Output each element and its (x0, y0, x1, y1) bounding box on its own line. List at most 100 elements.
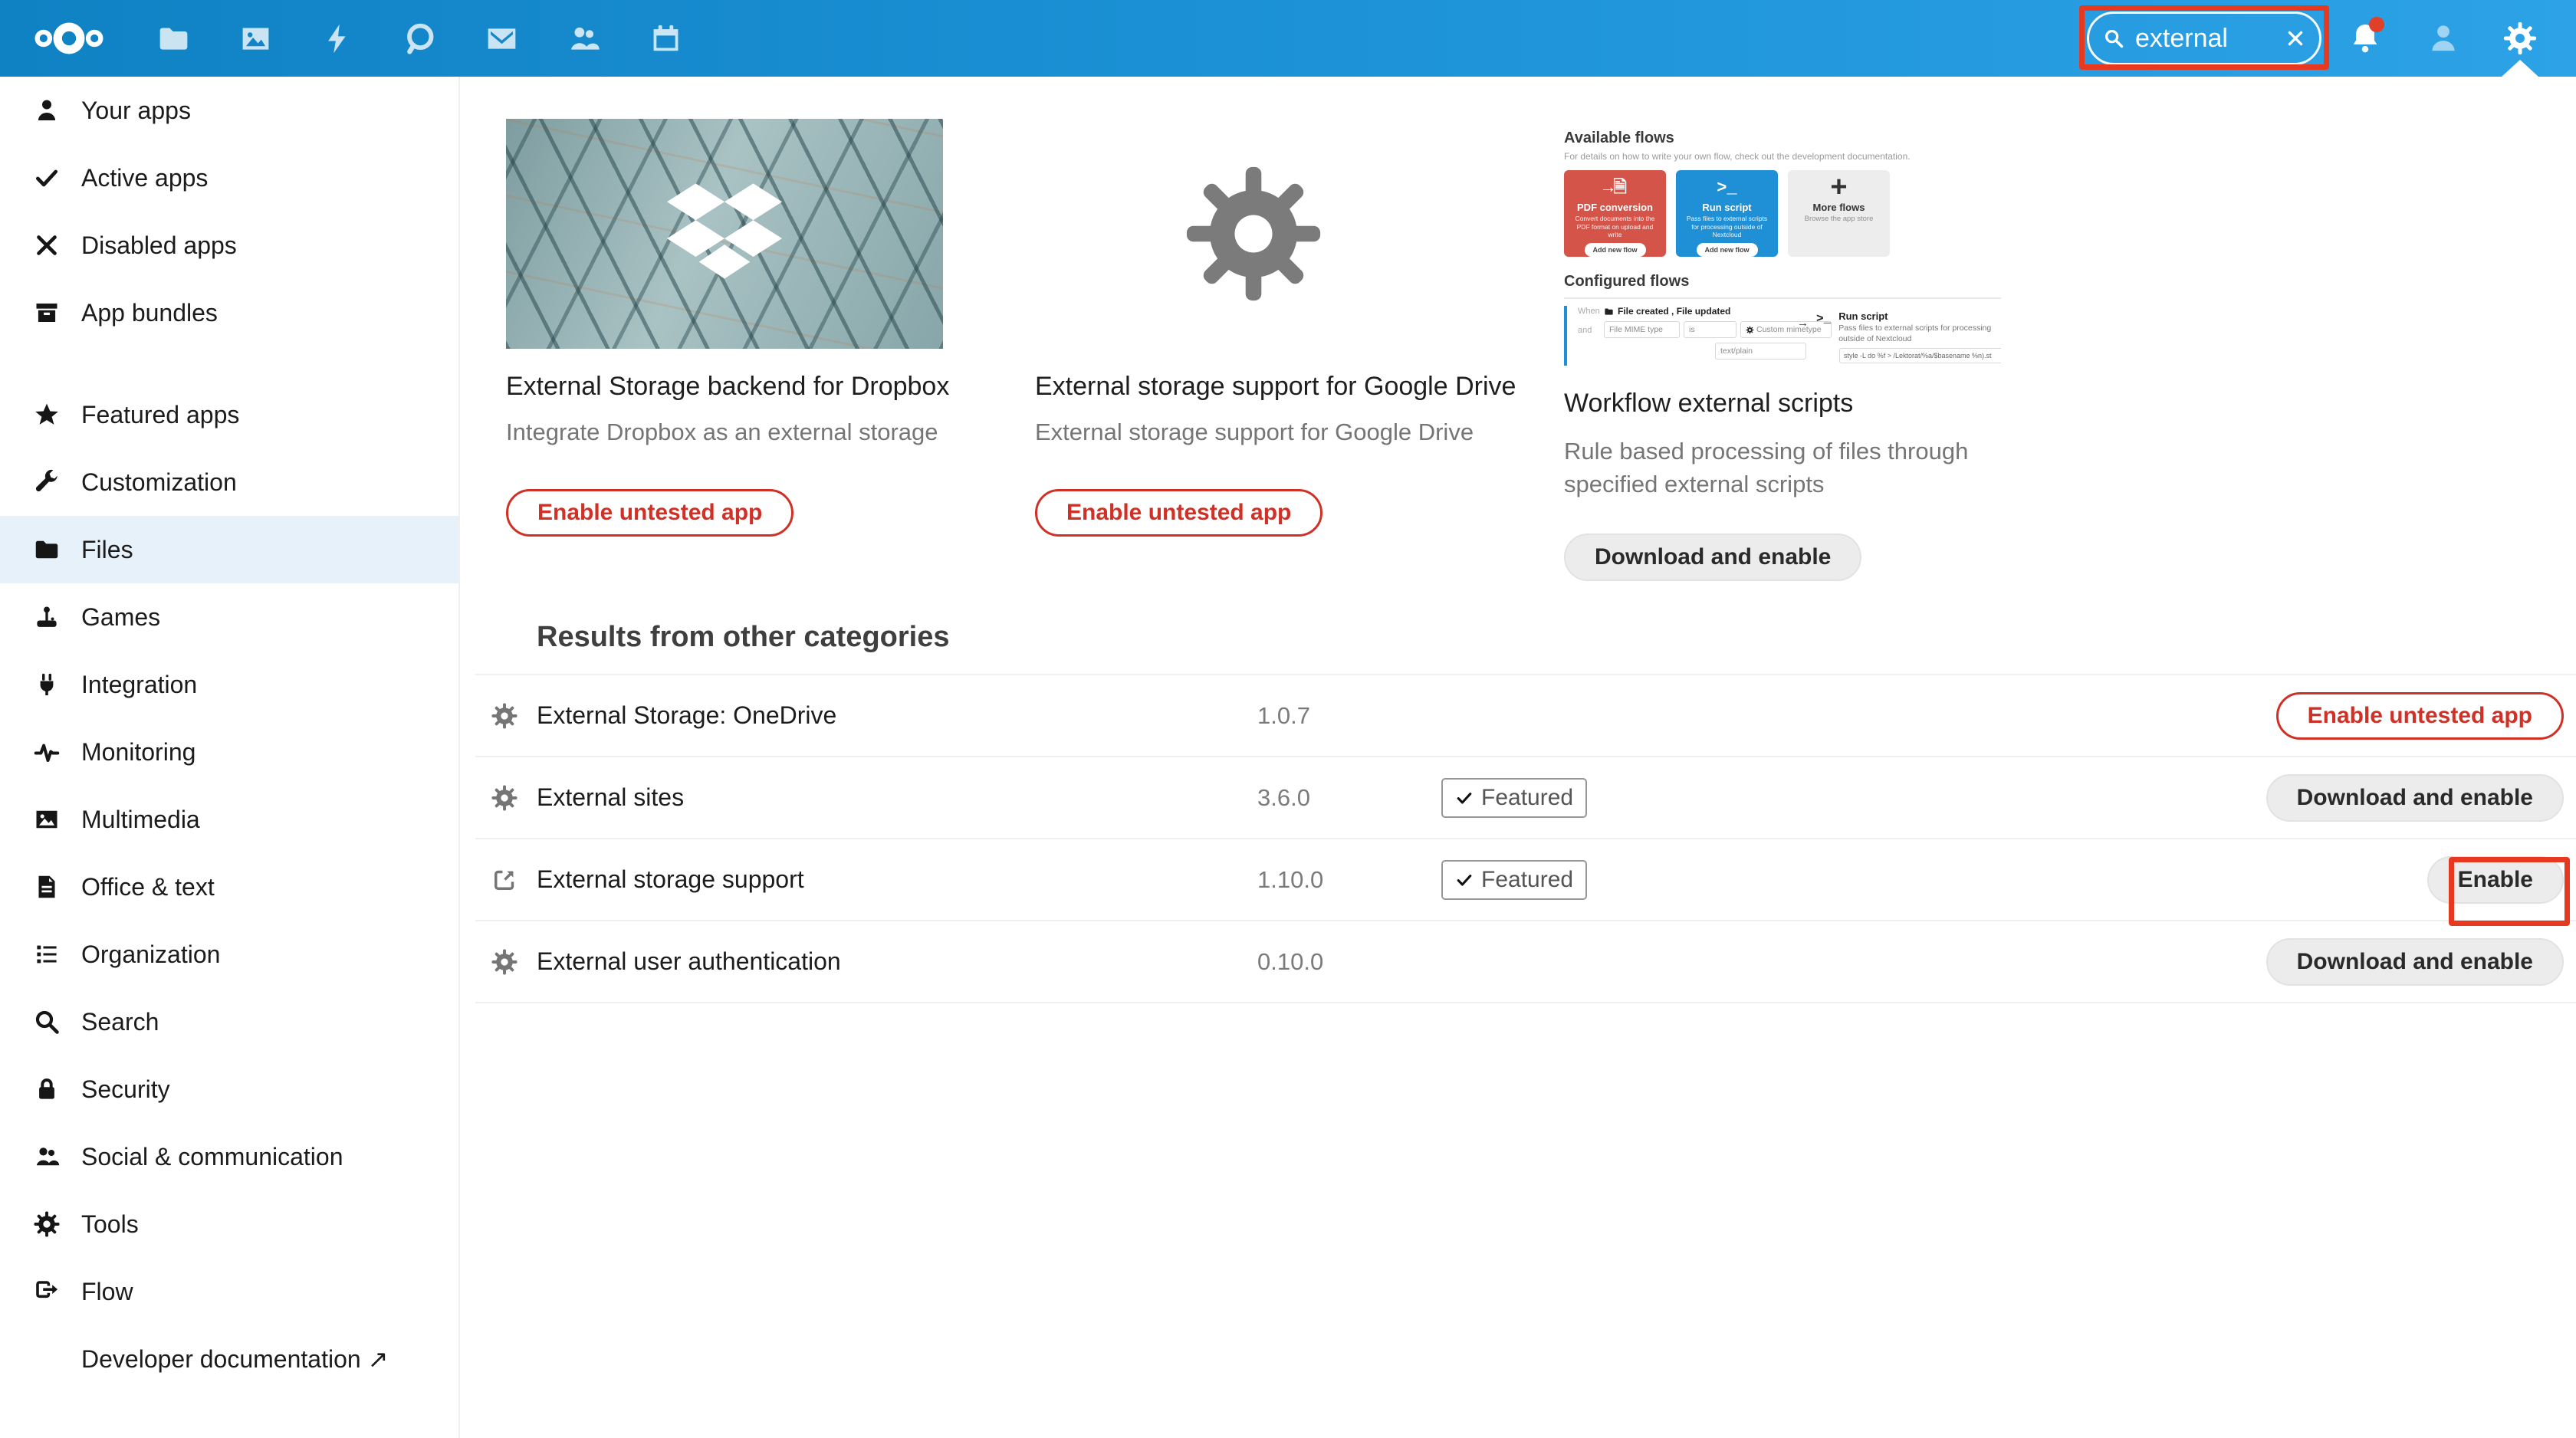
plug-icon (33, 671, 61, 698)
magnifier-icon (33, 1008, 61, 1036)
sidebar-item-monitoring[interactable]: Monitoring (0, 718, 458, 786)
other-categories-results: Results from other categories External S… (475, 621, 2576, 1003)
files-icon[interactable] (156, 21, 191, 56)
download-and-enable-button[interactable]: Download and enable (1564, 534, 1861, 581)
search-input[interactable] (2134, 23, 2285, 54)
google-drive-app-image (1035, 119, 1472, 349)
mini-tile-run-script: >_ Run script Pass files to external scr… (1676, 170, 1778, 257)
sidebar-item-files[interactable]: Files (0, 516, 458, 583)
flow-icon (33, 1278, 61, 1305)
image-icon (33, 806, 61, 833)
sidebar-item-social-communication[interactable]: Social & communication (0, 1123, 458, 1190)
search-result-cards: External Storage backend for Dropbox Int… (506, 119, 2001, 581)
terminal-icon: >_ (1816, 312, 1831, 326)
gear-icon (491, 702, 518, 730)
joystick-icon (33, 603, 61, 631)
sidebar-item-organization[interactable]: Organization (0, 921, 458, 988)
search-field[interactable] (2087, 11, 2321, 65)
enable-untested-app-button[interactable]: Enable untested app (506, 489, 794, 537)
activity-icon[interactable] (320, 21, 355, 56)
mini-tile-pdf-conversion: →🗎 PDF conversion Convert documents into… (1564, 170, 1666, 257)
developer-documentation-link[interactable]: Developer documentation ↗ (0, 1325, 458, 1393)
list-icon (33, 941, 61, 968)
sidebar-item-app-bundles[interactable]: App bundles (0, 279, 458, 346)
dropbox-app-image (506, 119, 943, 349)
app-name: External storage support (537, 865, 1257, 894)
search-icon (2103, 28, 2124, 49)
app-version: 3.6.0 (1257, 784, 1441, 812)
settings-gear-icon[interactable] (2502, 21, 2538, 56)
app-version: 1.0.7 (1257, 702, 1441, 730)
gear-icon (1181, 161, 1326, 307)
sidebar-item-your-apps[interactable]: Your apps (0, 77, 458, 144)
app-card-workflow-scripts: Available flows For details on how to wr… (1564, 119, 2001, 581)
pulse-icon (33, 738, 61, 766)
sidebar-item-active-apps[interactable]: Active apps (0, 144, 458, 212)
gear-icon (491, 948, 518, 976)
clear-search-icon[interactable] (2285, 28, 2305, 48)
workflow-mini-screenshot: Available flows For details on how to wr… (1564, 119, 2001, 366)
sidebar-item-disabled-apps[interactable]: Disabled apps (0, 212, 458, 279)
app-card-title: Workflow external scripts (1564, 389, 2001, 419)
sidebar-item-games[interactable]: Games (0, 583, 458, 651)
photos-icon[interactable] (238, 21, 273, 56)
notification-dot (2369, 17, 2384, 32)
workflow-app-screenshot: Available flows For details on how to wr… (1564, 119, 2001, 366)
talk-icon[interactable] (402, 21, 437, 56)
calendar-icon[interactable] (649, 21, 683, 56)
document-icon (33, 873, 61, 901)
app-card-title: External storage support for Google Driv… (1035, 372, 1472, 402)
app-name: External user authentication (537, 947, 1257, 976)
mini-tile-more-flows: + More flows Browse the app store (1788, 170, 1890, 257)
sidebar-item-featured-apps[interactable]: Featured apps (0, 381, 458, 448)
sidebar-item-security[interactable]: Security (0, 1056, 458, 1123)
sidebar-item-tools[interactable]: Tools (0, 1190, 458, 1258)
app-card-google-drive: External storage support for Google Driv… (1035, 119, 1472, 581)
contacts-menu-icon[interactable] (2426, 21, 2461, 56)
settings-sidebar: Your apps Active apps Disabled apps App … (0, 77, 460, 1438)
app-card-description: Rule based processing of files through s… (1564, 435, 1982, 501)
app-card-dropbox: External Storage backend for Dropbox Int… (506, 119, 943, 581)
mini-available-flows-heading: Available flows (1564, 119, 2001, 147)
app-row-external-user-authentication[interactable]: External user authentication 0.10.0 Down… (475, 920, 2576, 1002)
sidebar-item-integration[interactable]: Integration (0, 651, 458, 718)
check-icon (1455, 789, 1474, 807)
app-row-external-sites[interactable]: External sites 3.6.0 Featured Download a… (475, 756, 2576, 838)
enable-untested-app-button[interactable]: Enable untested app (1035, 489, 1322, 537)
enable-untested-app-button[interactable]: Enable untested app (2276, 692, 2564, 740)
sidebar-item-office-text[interactable]: Office & text (0, 853, 458, 921)
sidebar-item-customization[interactable]: Customization (0, 448, 458, 516)
active-app-caret (2502, 60, 2538, 77)
arrow-icon: → (1797, 317, 1809, 330)
sidebar-item-search[interactable]: Search (0, 988, 458, 1056)
sidebar-item-flow[interactable]: Flow (0, 1258, 458, 1325)
download-and-enable-button[interactable]: Download and enable (2266, 938, 2564, 986)
app-row-external-storage-support[interactable]: External storage support 1.10.0 Featured… (475, 838, 2576, 920)
enable-button[interactable]: Enable (2427, 856, 2564, 904)
dropbox-logo-icon (667, 183, 782, 284)
gear-icon (491, 784, 518, 812)
external-link-icon (491, 866, 518, 894)
contacts-icon[interactable] (567, 21, 601, 56)
app-card-title: External Storage backend for Dropbox (506, 372, 943, 402)
results-heading: Results from other categories (537, 621, 2576, 654)
gear-icon (1746, 326, 1754, 334)
featured-badge: Featured (1441, 778, 1587, 818)
check-icon (1455, 871, 1474, 889)
terminal-icon: >_ (1676, 177, 1778, 200)
user-icon (33, 97, 61, 124)
bundle-icon (33, 299, 61, 327)
featured-badge: Featured (1441, 860, 1587, 900)
nextcloud-logo[interactable] (32, 21, 106, 56)
pdf-arrow-icon: →🗎 (1564, 177, 1666, 200)
download-and-enable-button[interactable]: Download and enable (2266, 774, 2564, 822)
app-version: 0.10.0 (1257, 948, 1441, 976)
mail-icon[interactable] (485, 21, 519, 56)
lock-icon (33, 1075, 61, 1103)
sidebar-item-multimedia[interactable]: Multimedia (0, 786, 458, 853)
folder-icon (1604, 307, 1614, 317)
app-row-onedrive[interactable]: External Storage: OneDrive 1.0.7 Enable … (475, 674, 2576, 756)
app-name: External sites (537, 783, 1257, 812)
folder-icon (33, 536, 61, 563)
app-navigation (156, 21, 683, 56)
